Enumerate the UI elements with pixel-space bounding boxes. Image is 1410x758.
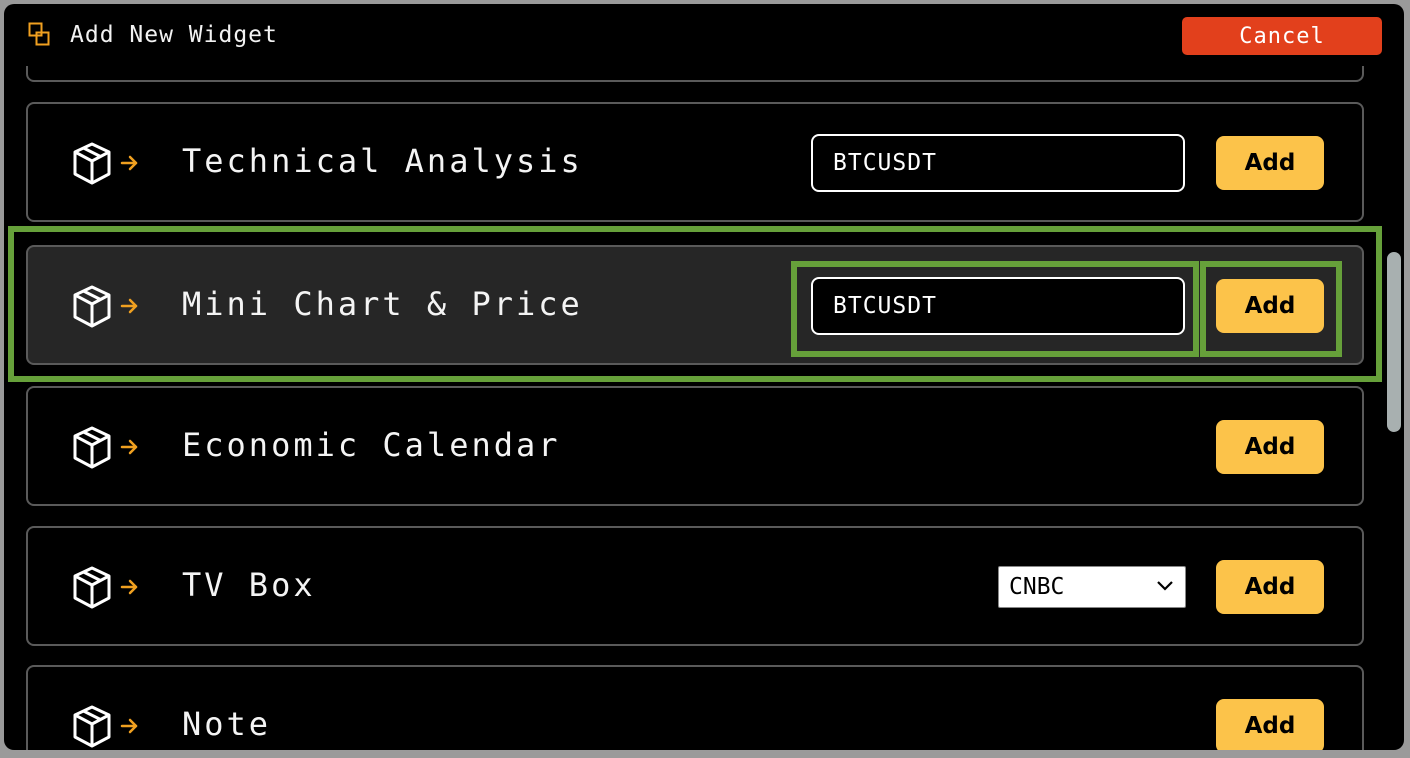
dialog-header: Add New Widget Cancel xyxy=(4,4,1404,66)
cancel-button[interactable]: Cancel xyxy=(1182,17,1382,55)
widget-card-economic-calendar: Economic Calendar Add xyxy=(26,386,1364,506)
package-icon xyxy=(73,285,138,328)
widget-card-mini-chart-price: Mini Chart & Price Add xyxy=(26,245,1364,365)
widget-list[interactable]: Technical Analysis Add Mini Chart & Pric… xyxy=(4,66,1384,750)
widget-title: Economic Calendar xyxy=(182,426,561,464)
dialog-title: Add New Widget xyxy=(70,22,278,48)
add-widget-dialog: Add New Widget Cancel Technical Analysis xyxy=(4,4,1404,750)
copy-icon xyxy=(28,22,50,46)
channel-select[interactable]: CNBC xyxy=(998,566,1186,608)
widget-card-partial xyxy=(26,66,1364,82)
widget-title: TV Box xyxy=(182,566,316,604)
add-tv-box-button[interactable]: Add xyxy=(1216,560,1324,614)
scrollbar[interactable] xyxy=(1384,66,1404,750)
add-technical-analysis-button[interactable]: Add xyxy=(1216,136,1324,190)
chevron-down-icon xyxy=(1157,581,1173,591)
channel-select-value: CNBC xyxy=(1009,574,1065,600)
add-mini-chart-button[interactable]: Add xyxy=(1216,279,1324,333)
scrollbar-thumb[interactable] xyxy=(1387,252,1401,432)
add-note-button[interactable]: Add xyxy=(1216,699,1324,750)
symbol-input[interactable] xyxy=(811,277,1185,335)
widget-title: Note xyxy=(182,705,272,743)
package-icon xyxy=(73,705,138,748)
widget-title: Mini Chart & Price xyxy=(182,285,583,323)
widget-card-note: Note Add xyxy=(26,665,1364,750)
add-economic-calendar-button[interactable]: Add xyxy=(1216,420,1324,474)
package-icon xyxy=(73,566,138,609)
widget-card-technical-analysis: Technical Analysis Add xyxy=(26,102,1364,222)
widget-title: Technical Analysis xyxy=(182,142,583,180)
package-icon xyxy=(73,142,138,185)
widget-card-tv-box: TV Box CNBC Add xyxy=(26,526,1364,646)
symbol-input[interactable] xyxy=(811,134,1185,192)
package-icon xyxy=(73,426,138,469)
